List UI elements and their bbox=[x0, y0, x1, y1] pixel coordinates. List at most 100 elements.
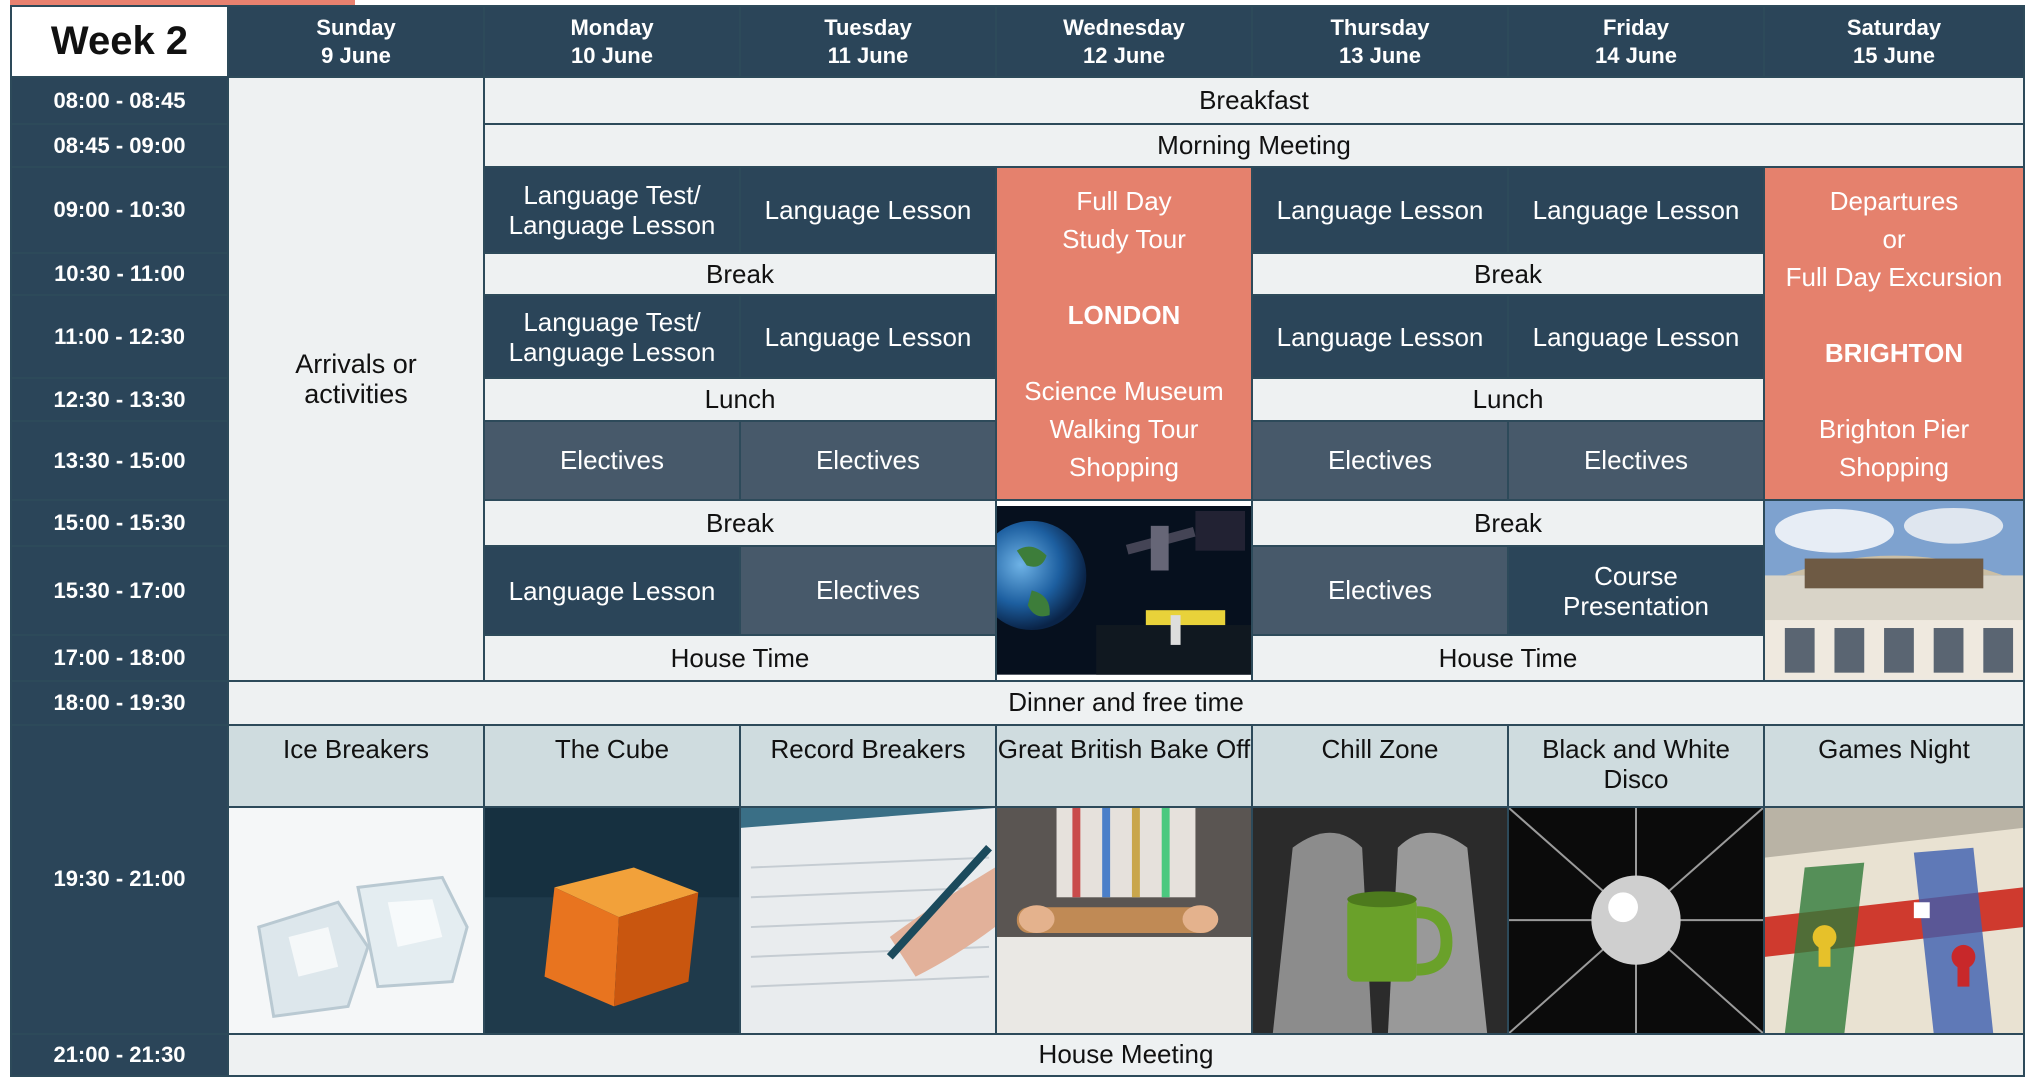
cell-line: Course bbox=[1594, 560, 1678, 591]
the-cube-photo bbox=[483, 805, 741, 1035]
electives-cell: Electives bbox=[739, 420, 997, 501]
language-lesson-cell: Language Lesson bbox=[1251, 166, 1509, 254]
electives-cell: Electives bbox=[1507, 420, 1765, 501]
cell-line: Language Test/ bbox=[523, 180, 701, 210]
day-name: Monday bbox=[570, 14, 654, 40]
day-header-monday: Monday 10 June bbox=[483, 5, 741, 78]
sunday-arrivals-cell: Arrivals or activities bbox=[227, 76, 485, 682]
cell-line: Presentation bbox=[1563, 590, 1709, 621]
day-date: 11 June bbox=[827, 42, 909, 68]
house-meeting-cell: House Meeting bbox=[227, 1032, 2025, 1077]
chill-zone-photo bbox=[1251, 805, 1509, 1035]
language-lesson-cell: Language Lesson bbox=[1507, 166, 1765, 254]
time-slot: 19:30 - 21:00 bbox=[10, 723, 229, 1035]
electives-cell: Electives bbox=[739, 545, 997, 637]
day-header-tuesday: Tuesday 11 June bbox=[739, 5, 997, 78]
tour-line: Full Day Excursion bbox=[1785, 261, 2003, 292]
electives-cell: Electives bbox=[1251, 420, 1509, 501]
tour-city-text: LONDON bbox=[1067, 299, 1181, 330]
time-slot: 15:30 - 17:00 bbox=[10, 545, 229, 637]
language-lesson-cell: Language Lesson bbox=[483, 545, 741, 637]
tour-line: Study Tour bbox=[1062, 223, 1186, 254]
break-cell: Break bbox=[483, 252, 997, 296]
break-cell: Break bbox=[1251, 252, 1765, 296]
green-mug-image bbox=[1254, 808, 1506, 1032]
sunday-text-line: activities bbox=[304, 378, 408, 409]
earth-exhibit-image bbox=[998, 505, 1250, 675]
day-header-wednesday: Wednesday 12 June bbox=[995, 5, 1253, 78]
tour-line: Departures bbox=[1829, 185, 1959, 216]
day-name: Friday bbox=[1602, 14, 1670, 40]
time-slot: 21:00 - 21:30 bbox=[10, 1032, 229, 1077]
cell-line: Language Lesson bbox=[508, 210, 716, 240]
break-cell: Break bbox=[1251, 498, 1765, 548]
tour-line: Full Day bbox=[1076, 185, 1172, 216]
house-time-cell: House Time bbox=[483, 634, 997, 682]
language-lesson-cell: Language Lesson bbox=[739, 294, 997, 379]
lunch-cell: Lunch bbox=[483, 377, 997, 422]
sunday-text-line: Arrivals or bbox=[295, 348, 417, 379]
time-slot: 08:45 - 09:00 bbox=[10, 123, 229, 168]
language-test-cell: Language Test/ Language Lesson bbox=[483, 294, 741, 379]
bake-off-photo bbox=[995, 805, 1253, 1035]
electives-cell: Electives bbox=[483, 420, 741, 501]
time-slot: 11:00 - 12:30 bbox=[10, 294, 229, 379]
time-slot: 15:00 - 15:30 bbox=[10, 498, 229, 548]
board-game-image bbox=[1766, 808, 2022, 1032]
london-study-tour-cell: Full Day Study Tour LONDON Science Museu… bbox=[995, 166, 1253, 501]
day-header-friday: Friday 14 June bbox=[1507, 5, 1765, 78]
break-cell: Break bbox=[483, 498, 997, 548]
day-date: 15 June bbox=[1853, 42, 1935, 68]
course-presentation-cell: Course Presentation bbox=[1507, 545, 1765, 637]
day-date: 13 June bbox=[1339, 42, 1421, 68]
cell-line: Language Test/ bbox=[523, 306, 701, 337]
cell-line: Language Lesson bbox=[508, 336, 716, 367]
language-lesson-cell: Language Lesson bbox=[739, 166, 997, 254]
disco-ball-image bbox=[1510, 808, 1762, 1032]
tour-line: or bbox=[1882, 223, 1906, 254]
rolling-pin-image bbox=[998, 808, 1250, 1032]
time-slot: 18:00 - 19:30 bbox=[10, 679, 229, 726]
evening-event-title: Chill Zone bbox=[1251, 723, 1509, 808]
day-name: Tuesday bbox=[824, 14, 912, 40]
house-time-cell: House Time bbox=[1251, 634, 1765, 682]
week-label: Week 2 bbox=[10, 5, 229, 78]
day-name: Saturday bbox=[1846, 14, 1942, 40]
tour-line: Shopping bbox=[1839, 451, 1949, 482]
pier-image bbox=[1766, 501, 2022, 679]
science-museum-photo bbox=[995, 499, 1253, 682]
language-test-cell: Language Test/ Language Lesson bbox=[483, 166, 741, 254]
day-name: Thursday bbox=[1330, 14, 1430, 40]
day-date: 12 June bbox=[1083, 42, 1165, 68]
evening-event-title: Black and White Disco bbox=[1507, 723, 1765, 808]
lunch-cell: Lunch bbox=[1251, 377, 1765, 422]
disco-photo bbox=[1507, 805, 1765, 1035]
record-breakers-photo bbox=[739, 805, 997, 1035]
day-header-thursday: Thursday 13 June bbox=[1251, 5, 1509, 78]
ice-cubes-image bbox=[230, 808, 482, 1032]
brighton-pier-photo bbox=[1763, 499, 2025, 682]
breakfast-cell: Breakfast bbox=[483, 76, 2025, 125]
tour-line: Science Museum bbox=[1024, 375, 1224, 406]
tour-city: BRIGHTON bbox=[1766, 334, 2022, 372]
notebook-writing-image bbox=[742, 808, 994, 1032]
electives-cell: Electives bbox=[1251, 545, 1509, 637]
time-slot: 17:00 - 18:00 bbox=[10, 634, 229, 682]
day-header-saturday: Saturday 15 June bbox=[1763, 5, 2025, 78]
language-lesson-cell: Language Lesson bbox=[1507, 294, 1765, 379]
dinner-cell: Dinner and free time bbox=[227, 679, 2025, 726]
weekly-timetable: Week 2 Sunday 9 June Monday 10 June Tuesda… bbox=[10, 5, 2025, 1077]
evening-event-title: The Cube bbox=[483, 723, 741, 808]
time-slot: 08:00 - 08:45 bbox=[10, 76, 229, 125]
morning-meeting-cell: Morning Meeting bbox=[483, 123, 2025, 168]
orange-cube-image bbox=[486, 808, 738, 1032]
time-slot: 09:00 - 10:30 bbox=[10, 166, 229, 254]
day-date: 14 June bbox=[1595, 42, 1677, 68]
language-lesson-cell: Language Lesson bbox=[1251, 294, 1509, 379]
ice-breakers-photo bbox=[227, 805, 485, 1035]
games-night-photo bbox=[1763, 805, 2025, 1035]
day-date: 10 June bbox=[571, 42, 653, 68]
evening-event-title: Ice Breakers bbox=[227, 723, 485, 808]
time-slot: 12:30 - 13:30 bbox=[10, 377, 229, 422]
tour-city-text: BRIGHTON bbox=[1824, 337, 1964, 368]
